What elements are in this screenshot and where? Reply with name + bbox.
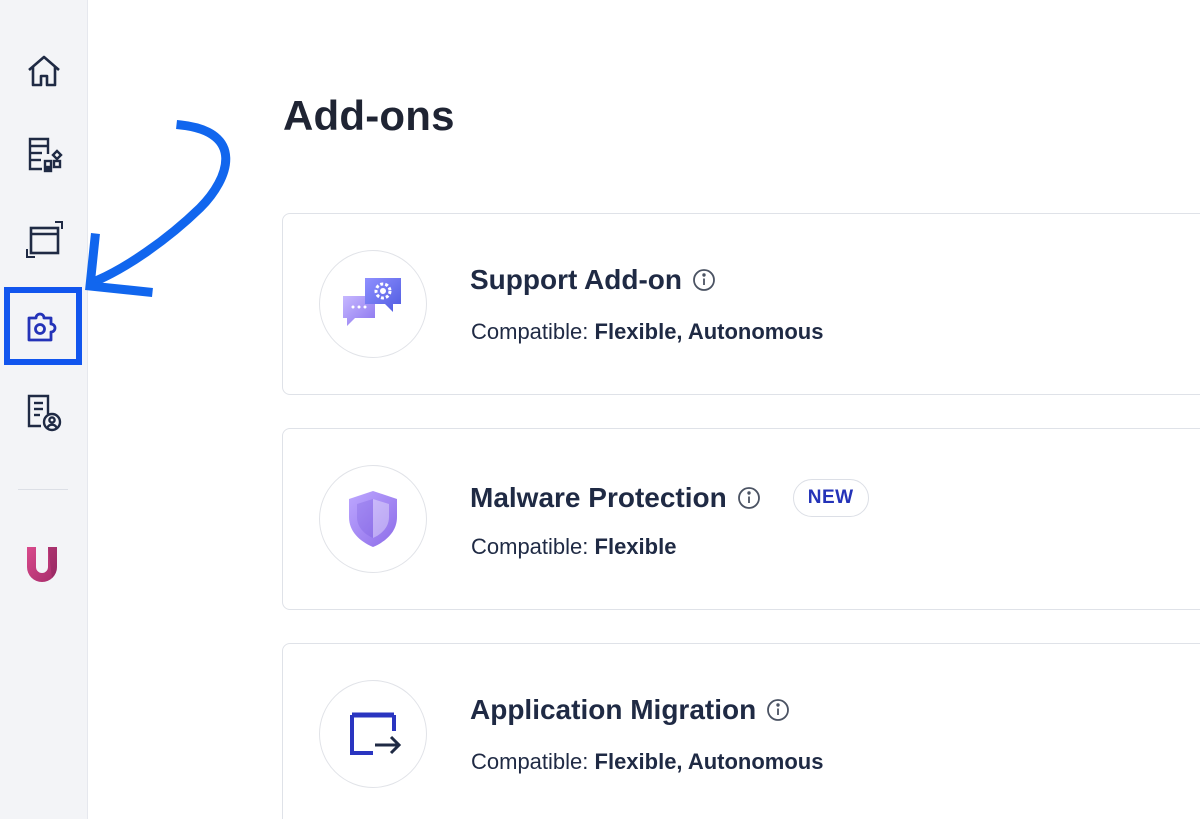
brand-u-icon	[27, 547, 57, 582]
sidebar-item-apps[interactable]	[22, 132, 66, 176]
shield-icon	[349, 491, 397, 547]
addon-puzzle-icon	[27, 312, 57, 342]
window-resize-icon	[26, 221, 63, 258]
migration-icon	[350, 712, 402, 755]
info-icon[interactable]	[692, 268, 716, 292]
sidebar-item-home[interactable]	[22, 49, 66, 93]
new-badge: NEW	[792, 479, 869, 517]
sidebar-item-windows[interactable]	[22, 217, 66, 261]
addon-card-migration[interactable]: Application Migration Compatible: Flexib…	[282, 643, 1200, 819]
info-icon[interactable]	[737, 486, 761, 510]
compat-value: Flexible	[594, 534, 677, 559]
addon-icon-wrapper	[319, 250, 427, 358]
home-icon	[28, 55, 60, 87]
compat-value: Flexible, Autonomous	[594, 749, 824, 774]
sidebar	[0, 0, 88, 819]
compat-label: Compatible:	[471, 534, 589, 559]
addon-compatibility: Compatible: Flexible, Autonomous	[471, 749, 824, 775]
brand-logo[interactable]	[22, 543, 62, 583]
addon-icon-wrapper	[319, 680, 427, 788]
annotation-arrow	[85, 120, 231, 297]
compat-label: Compatible:	[471, 749, 589, 774]
addon-compatibility: Compatible: Flexible, Autonomous	[471, 319, 824, 345]
addon-title: Application Migration	[470, 694, 757, 725]
addon-compatibility: Compatible: Flexible	[471, 534, 676, 560]
compat-label: Compatible:	[471, 319, 589, 344]
support-chat-icon	[343, 278, 401, 326]
compat-value: Flexible, Autonomous	[594, 319, 824, 344]
sidebar-divider	[18, 489, 68, 490]
addon-card-support[interactable]: Support Add-on Compatible: Flexible, Aut…	[282, 213, 1200, 395]
addon-icon-wrapper	[319, 465, 427, 573]
page-title: Add-ons	[283, 92, 455, 139]
addon-title: Malware Protection	[470, 482, 727, 513]
addon-card-malware[interactable]: Malware Protection NEW Compatible: Flexi…	[282, 428, 1200, 610]
info-icon[interactable]	[766, 698, 790, 722]
sidebar-item-addons[interactable]	[4, 287, 82, 365]
apps-grid-icon	[28, 137, 63, 173]
sidebar-item-reports[interactable]	[22, 390, 66, 434]
addon-title: Support Add-on	[470, 264, 683, 295]
user-report-icon	[27, 394, 62, 432]
